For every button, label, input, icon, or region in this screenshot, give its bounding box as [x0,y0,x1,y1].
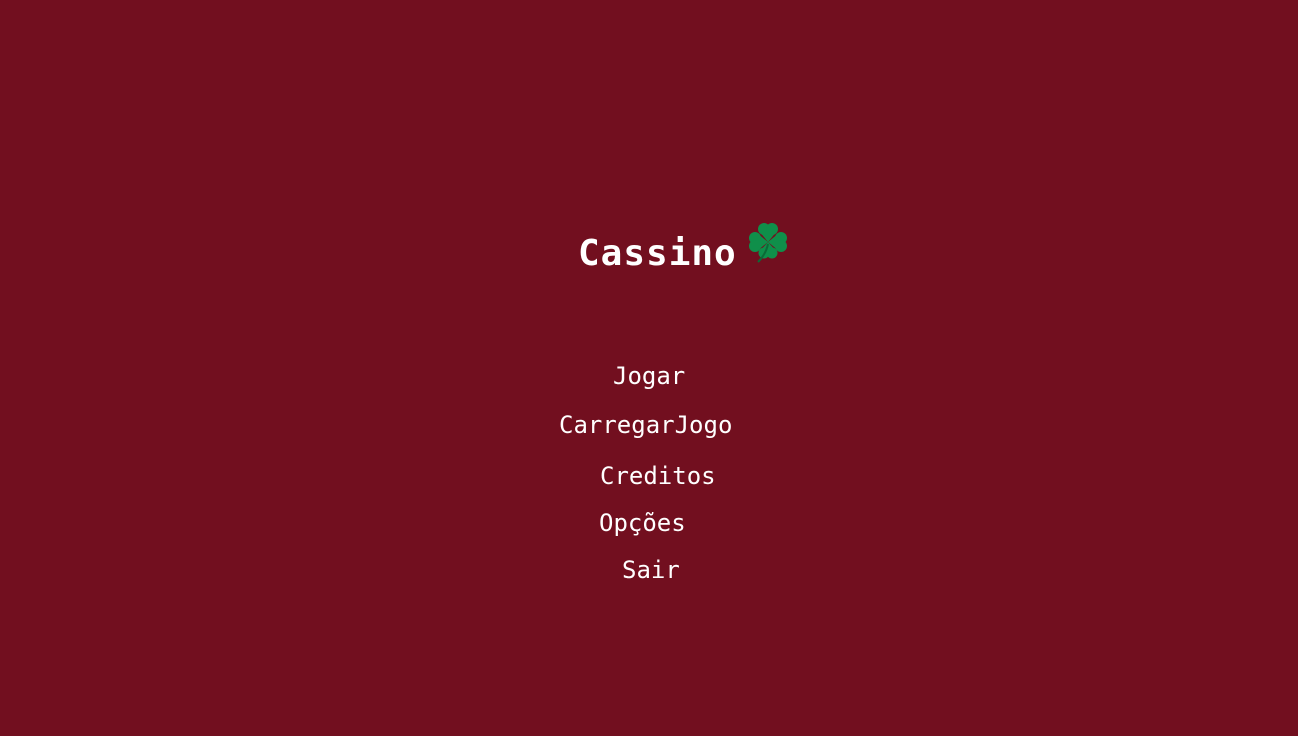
main-menu-screen: Cassino Jogar CarregarJogo Creditos Opçõ… [0,0,1298,736]
four-leaf-clover-icon [749,223,787,263]
menu-item-creditos[interactable]: Creditos [600,461,716,491]
game-title: Cassino [578,233,737,274]
menu-item-jogar[interactable]: Jogar [613,361,685,391]
menu-item-carregar-jogo[interactable]: CarregarJogo [559,410,732,440]
menu-item-opcoes[interactable]: Opções [599,508,686,538]
menu-item-sair[interactable]: Sair [622,555,680,585]
